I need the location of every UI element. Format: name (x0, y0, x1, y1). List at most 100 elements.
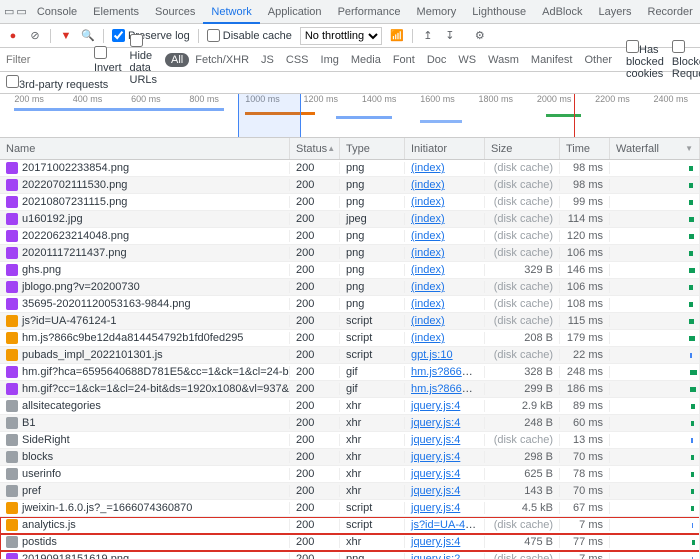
request-initiator[interactable]: (index) (405, 196, 485, 208)
type-filter-fetchxhr[interactable]: Fetch/XHR (189, 53, 255, 67)
search-icon[interactable]: 🔍 (81, 29, 95, 43)
throttling-select[interactable]: No throttling (300, 27, 382, 45)
network-row[interactable]: hm.js?866c9be12d4a814454792b1fd0fed29520… (0, 330, 700, 347)
network-grid-body[interactable]: 20171002233854.png200png(index)(disk cac… (0, 160, 700, 559)
request-initiator[interactable]: js?id=UA-47612... (405, 519, 485, 531)
network-row[interactable]: hm.gif?cc=1&ck=1&cl=24-bit&ds=1920x1080&… (0, 381, 700, 398)
network-row[interactable]: hm.gif?hca=6595640688D781E5&cc=1&ck=1&cl… (0, 364, 700, 381)
type-filter-font[interactable]: Font (387, 53, 421, 67)
col-name[interactable]: Name (0, 138, 290, 159)
tab-layers[interactable]: Layers (590, 2, 639, 22)
record-icon[interactable]: ● (6, 29, 20, 43)
network-row[interactable]: postids200xhrjquery.js:4475 B77 ms (0, 534, 700, 551)
type-filter-ws[interactable]: WS (452, 53, 482, 67)
tab-application[interactable]: Application (260, 2, 330, 22)
network-row[interactable]: 35695-20201120053163-9844.png200png(inde… (0, 296, 700, 313)
type-filter-js[interactable]: JS (255, 53, 280, 67)
tab-sources[interactable]: Sources (147, 2, 203, 22)
type-filter-css[interactable]: CSS (280, 53, 315, 67)
network-row[interactable]: analytics.js200scriptjs?id=UA-47612...(d… (0, 517, 700, 534)
request-initiator[interactable]: jquery.js:4 (405, 468, 485, 480)
third-party-checkbox[interactable]: 3rd-party requests (6, 75, 108, 91)
network-row[interactable]: pubads_impl_2022101301.js200scriptgpt.js… (0, 347, 700, 364)
wifi-icon[interactable]: 📶 (390, 29, 404, 43)
filter-icon[interactable]: ▼ (59, 29, 73, 43)
request-initiator[interactable]: jquery.js:2 (405, 553, 485, 559)
invert-checkbox[interactable]: Invert (94, 46, 122, 74)
col-type[interactable]: Type (340, 138, 405, 159)
network-row[interactable]: B1200xhrjquery.js:4248 B60 ms (0, 415, 700, 432)
type-filter-doc[interactable]: Doc (421, 53, 453, 67)
network-row[interactable]: 20201117211437.png200png(index)(disk cac… (0, 245, 700, 262)
tab-console[interactable]: Console (29, 2, 85, 22)
tab-memory[interactable]: Memory (409, 2, 465, 22)
network-row[interactable]: allsitecategories200xhrjquery.js:42.9 kB… (0, 398, 700, 415)
blocked-requests-checkbox[interactable]: Blocked Requests (672, 40, 700, 80)
upload-icon[interactable]: ↥ (421, 29, 435, 43)
tab-performance[interactable]: Performance (330, 2, 409, 22)
network-row[interactable]: pref200xhrjquery.js:4143 B70 ms (0, 483, 700, 500)
request-initiator[interactable]: (index) (405, 179, 485, 191)
request-initiator[interactable]: (index) (405, 247, 485, 259)
request-initiator[interactable]: (index) (405, 162, 485, 174)
request-initiator[interactable]: (index) (405, 213, 485, 225)
request-initiator[interactable]: (index) (405, 315, 485, 327)
type-filter-img[interactable]: Img (315, 53, 345, 67)
disable-cache-checkbox[interactable]: Disable cache (207, 29, 292, 42)
network-row[interactable]: 20220623214048.png200png(index)(disk cac… (0, 228, 700, 245)
col-time[interactable]: Time (560, 138, 610, 159)
network-row[interactable]: 20210807231115.png200png(index)(disk cac… (0, 194, 700, 211)
request-initiator[interactable]: jquery.js:4 (405, 451, 485, 463)
network-row[interactable]: jweixin-1.6.0.js?_=1666074360870200scrip… (0, 500, 700, 517)
tab-network[interactable]: Network (203, 2, 259, 24)
type-filter-media[interactable]: Media (345, 53, 387, 67)
tab-lighthouse[interactable]: Lighthouse (464, 2, 534, 22)
request-initiator[interactable]: (index) (405, 264, 485, 276)
hide-data-checkbox[interactable]: Hide data URLs (130, 34, 158, 86)
clear-icon[interactable]: ⊘ (28, 29, 42, 43)
request-initiator[interactable]: hm.js?866c9be... (405, 383, 485, 395)
request-initiator[interactable]: gpt.js:10 (405, 349, 485, 361)
request-initiator[interactable]: jquery.js:4 (405, 485, 485, 497)
network-row[interactable]: 20220702111530.png200png(index)(disk cac… (0, 177, 700, 194)
request-initiator[interactable]: jquery.js:4 (405, 400, 485, 412)
tab-elements[interactable]: Elements (85, 2, 147, 22)
request-initiator[interactable]: (index) (405, 298, 485, 310)
type-filter-wasm[interactable]: Wasm (482, 53, 525, 67)
request-initiator[interactable]: hm.js?866c9be... (405, 366, 485, 378)
tab-recorder[interactable]: Recorder (640, 2, 700, 22)
tab-adblock[interactable]: AdBlock (534, 2, 590, 22)
network-row[interactable]: 20171002233854.png200png(index)(disk cac… (0, 160, 700, 177)
request-initiator[interactable]: (index) (405, 332, 485, 344)
settings-gear-icon[interactable]: ⚙ (473, 29, 487, 43)
request-initiator[interactable]: jquery.js:4 (405, 502, 485, 514)
col-waterfall[interactable]: Waterfall▼ (610, 138, 700, 159)
inspect-icon[interactable]: ▭ (4, 5, 14, 19)
request-initiator[interactable]: (index) (405, 230, 485, 242)
network-row[interactable]: u160192.jpg200jpeg(index)(disk cache)114… (0, 211, 700, 228)
col-status[interactable]: Status▲ (290, 138, 340, 159)
request-initiator[interactable]: jquery.js:4 (405, 536, 485, 548)
network-row[interactable]: userinfo200xhrjquery.js:4625 B78 ms (0, 466, 700, 483)
filter-input[interactable] (6, 54, 86, 66)
download-icon[interactable]: ↧ (443, 29, 457, 43)
network-row[interactable]: 20190918151619.png200pngjquery.js:2(disk… (0, 551, 700, 559)
request-initiator[interactable]: (index) (405, 281, 485, 293)
network-row[interactable]: blocks200xhrjquery.js:4298 B70 ms (0, 449, 700, 466)
request-status: 200 (290, 264, 340, 276)
blocked-cookies-checkbox[interactable]: Has blocked cookies (626, 40, 664, 80)
overview-timeline[interactable]: 200 ms400 ms600 ms800 ms1000 ms1200 ms14… (0, 94, 700, 138)
request-initiator[interactable]: jquery.js:4 (405, 417, 485, 429)
request-name: jweixin-1.6.0.js?_=1666074360870 (22, 502, 192, 514)
network-row[interactable]: ghs.png200png(index)329 B146 ms (0, 262, 700, 279)
network-row[interactable]: js?id=UA-476124-1200script(index)(disk c… (0, 313, 700, 330)
col-size[interactable]: Size (485, 138, 560, 159)
network-row[interactable]: SideRight200xhrjquery.js:4(disk cache)13… (0, 432, 700, 449)
network-row[interactable]: jblogo.png?v=20200730200png(index)(disk … (0, 279, 700, 296)
device-icon[interactable]: ▭ (16, 5, 26, 19)
request-initiator[interactable]: jquery.js:4 (405, 434, 485, 446)
type-filter-all[interactable]: All (165, 53, 189, 67)
col-initiator[interactable]: Initiator (405, 138, 485, 159)
type-filter-manifest[interactable]: Manifest (525, 53, 579, 67)
type-filter-other[interactable]: Other (578, 53, 618, 67)
